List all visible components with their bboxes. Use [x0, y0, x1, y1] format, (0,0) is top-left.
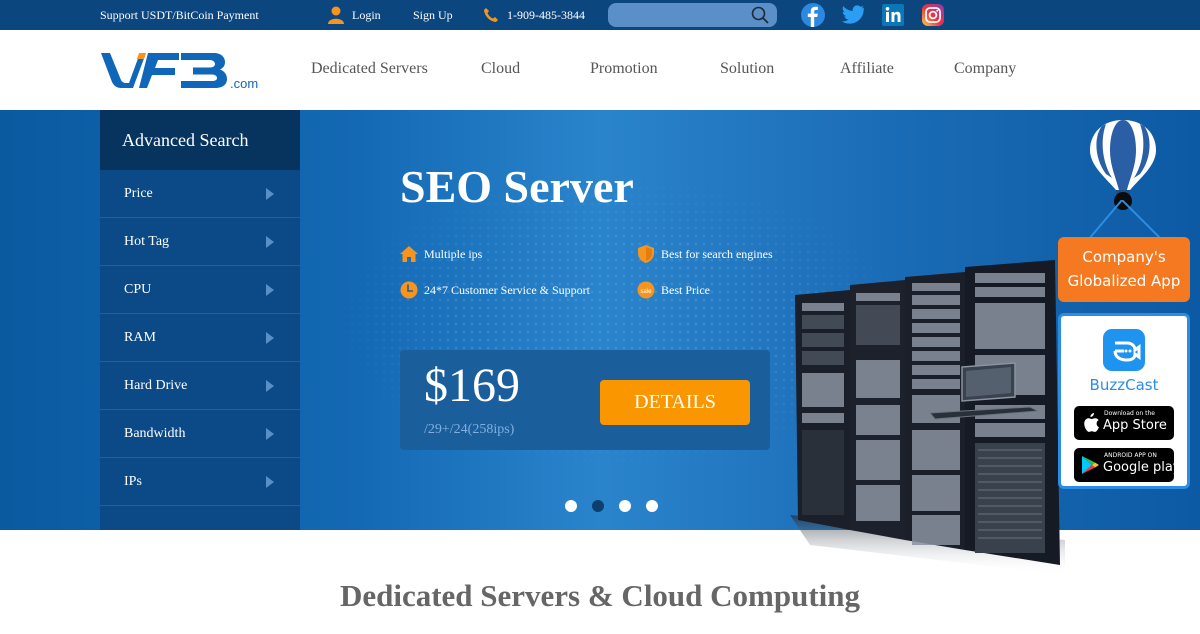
- sidebar-item-label: Bandwidth: [124, 426, 186, 441]
- details-button[interactable]: DETAILS: [600, 380, 750, 425]
- sidebar-item-label: CPU: [124, 282, 152, 297]
- sidebar-item-label: Hard Drive: [124, 378, 188, 393]
- search-input[interactable]: [608, 3, 748, 27]
- chevron-right-icon: [266, 236, 274, 248]
- carousel-dot-active[interactable]: [592, 500, 604, 512]
- phone-icon: [484, 8, 498, 22]
- sidebar-item-label: RAM: [124, 330, 156, 345]
- sidebar-item-ips[interactable]: IPs: [100, 458, 300, 506]
- advanced-search-sidebar: Advanced Search Price Hot Tag CPU RAM Ha…: [100, 110, 300, 530]
- main-header: .com Dedicated Servers Cloud Promotion S…: [0, 30, 1200, 110]
- chevron-right-icon: [266, 476, 274, 488]
- twitter-icon[interactable]: [841, 3, 865, 27]
- user-icon: [328, 6, 344, 24]
- sidebar-item-label: Price: [124, 186, 153, 201]
- sidebar-item-bandwidth[interactable]: Bandwidth: [100, 410, 300, 458]
- price-note: /29+/24(258ips): [424, 422, 515, 437]
- home-icon: [400, 246, 418, 262]
- nav-dedicated-servers[interactable]: Dedicated Servers: [311, 60, 428, 78]
- top-bar: Support USDT/BitCoin Payment Login Sign …: [0, 0, 1200, 30]
- google-play-icon: [1082, 456, 1099, 474]
- chevron-right-icon: [266, 284, 274, 296]
- sale-icon: sale: [637, 281, 655, 299]
- nav-company[interactable]: Company: [954, 60, 1016, 78]
- feature-support: 24*7 Customer Service & Support: [400, 280, 590, 300]
- logo-suffix: .com: [230, 76, 258, 91]
- sidebar-item-label: IPs: [124, 474, 142, 489]
- facebook-icon[interactable]: [801, 3, 825, 27]
- sign-line-1: Company's: [1082, 248, 1166, 266]
- apple-store-small-text: Download on the: [1104, 410, 1155, 417]
- feature-best-price: sale Best Price: [637, 280, 710, 300]
- apple-icon: [1084, 413, 1099, 432]
- login-link[interactable]: Login: [352, 0, 381, 30]
- feature-label: Best for search engines: [661, 247, 773, 261]
- search-icon[interactable]: [751, 6, 769, 24]
- buzzcast-app-icon[interactable]: [1103, 329, 1145, 371]
- sidebar-item-ram[interactable]: RAM: [100, 314, 300, 362]
- price-value: $169: [424, 359, 520, 412]
- sign-line-2: Globalized App: [1067, 272, 1181, 290]
- section-title: Dedicated Servers & Cloud Computing: [339, 578, 861, 613]
- google-play-button[interactable]: ANDROID APP ON Google play: [1074, 448, 1181, 482]
- search-box: [608, 3, 777, 27]
- carousel-dot[interactable]: [565, 500, 577, 512]
- price-box: $169 /29+/24(258ips) DETAILS: [400, 350, 770, 450]
- phone-number: 1-909-485-3844: [507, 8, 585, 22]
- ufb-logo[interactable]: .com: [99, 50, 264, 92]
- sidebar-item-price[interactable]: Price: [100, 170, 300, 218]
- server-units: [802, 273, 1045, 553]
- svg-text:sale: sale: [640, 289, 652, 295]
- feature-label: 24*7 Customer Service & Support: [424, 283, 590, 297]
- sidebar-item-hot-tag[interactable]: Hot Tag: [100, 218, 300, 266]
- chevron-right-icon: [266, 380, 274, 392]
- clock-icon: [400, 281, 418, 299]
- sidebar-title: Advanced Search: [100, 110, 300, 170]
- feature-search-engines: Best for search engines: [637, 244, 773, 264]
- sidebar-item-hard-drive[interactable]: Hard Drive: [100, 362, 300, 410]
- carousel-dot[interactable]: [646, 500, 658, 512]
- nav-affiliate[interactable]: Affiliate: [840, 60, 894, 78]
- shield-icon: [638, 245, 654, 263]
- linkedin-icon[interactable]: [881, 3, 905, 27]
- chevron-right-icon: [266, 428, 274, 440]
- app-download-card: BuzzCast Download on the App Store ANDRO…: [1058, 313, 1190, 489]
- nav-solution[interactable]: Solution: [720, 60, 774, 78]
- apple-store-label: App Store: [1103, 418, 1167, 433]
- sidebar-item-label: Hot Tag: [124, 234, 170, 249]
- google-play-label: Google play: [1103, 460, 1181, 475]
- feature-multiple-ips: Multiple ips: [400, 244, 482, 264]
- carousel-dot[interactable]: [619, 500, 631, 512]
- nav-cloud[interactable]: Cloud: [481, 60, 520, 78]
- app-store-button[interactable]: Download on the App Store: [1074, 406, 1174, 440]
- sidebar-item-cpu[interactable]: CPU: [100, 266, 300, 314]
- chevron-right-icon: [266, 332, 274, 344]
- chevron-right-icon: [266, 188, 274, 200]
- globalized-app-sign: Company's Globalized App: [1058, 237, 1190, 302]
- balloon-icon: [1090, 120, 1156, 210]
- google-play-small-text: ANDROID APP ON: [1104, 452, 1157, 459]
- signup-link[interactable]: Sign Up: [413, 0, 453, 30]
- payment-notice: Support USDT/BitCoin Payment: [100, 8, 259, 22]
- app-name: BuzzCast: [1089, 376, 1159, 394]
- server-racks-image: [790, 260, 1065, 575]
- slide-title: SEO Server: [400, 161, 634, 212]
- instagram-icon[interactable]: [921, 3, 945, 27]
- nav-promotion[interactable]: Promotion: [590, 60, 658, 78]
